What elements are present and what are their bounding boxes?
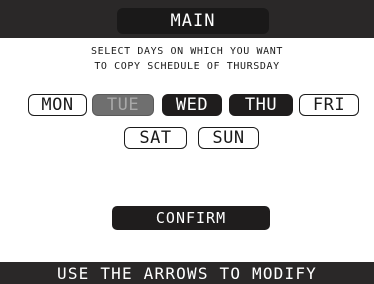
day-button-fri[interactable]: FRI (299, 94, 359, 116)
header-bar: MAIN (0, 0, 374, 38)
screen-title: MAIN (117, 8, 269, 34)
instruction-line-2: TO COPY SCHEDULE OF THURSDAY (94, 61, 280, 72)
footer-hint: USE THE ARROWS TO MODIFY (0, 262, 374, 284)
day-button-sat[interactable]: SAT (124, 127, 187, 149)
day-button-tue[interactable]: TUE (92, 94, 154, 116)
day-button-sun[interactable]: SUN (198, 127, 259, 149)
day-button-mon[interactable]: MON (28, 94, 87, 116)
thermostat-screen: MAIN SELECT DAYS ON WHICH YOU WANT TO CO… (0, 0, 374, 284)
day-button-thu[interactable]: THU (229, 94, 293, 116)
confirm-button[interactable]: CONFIRM (112, 206, 270, 230)
day-button-wed[interactable]: WED (162, 94, 222, 116)
instruction-text: SELECT DAYS ON WHICH YOU WANT TO COPY SC… (0, 44, 374, 74)
instruction-line-1: SELECT DAYS ON WHICH YOU WANT (91, 46, 283, 57)
